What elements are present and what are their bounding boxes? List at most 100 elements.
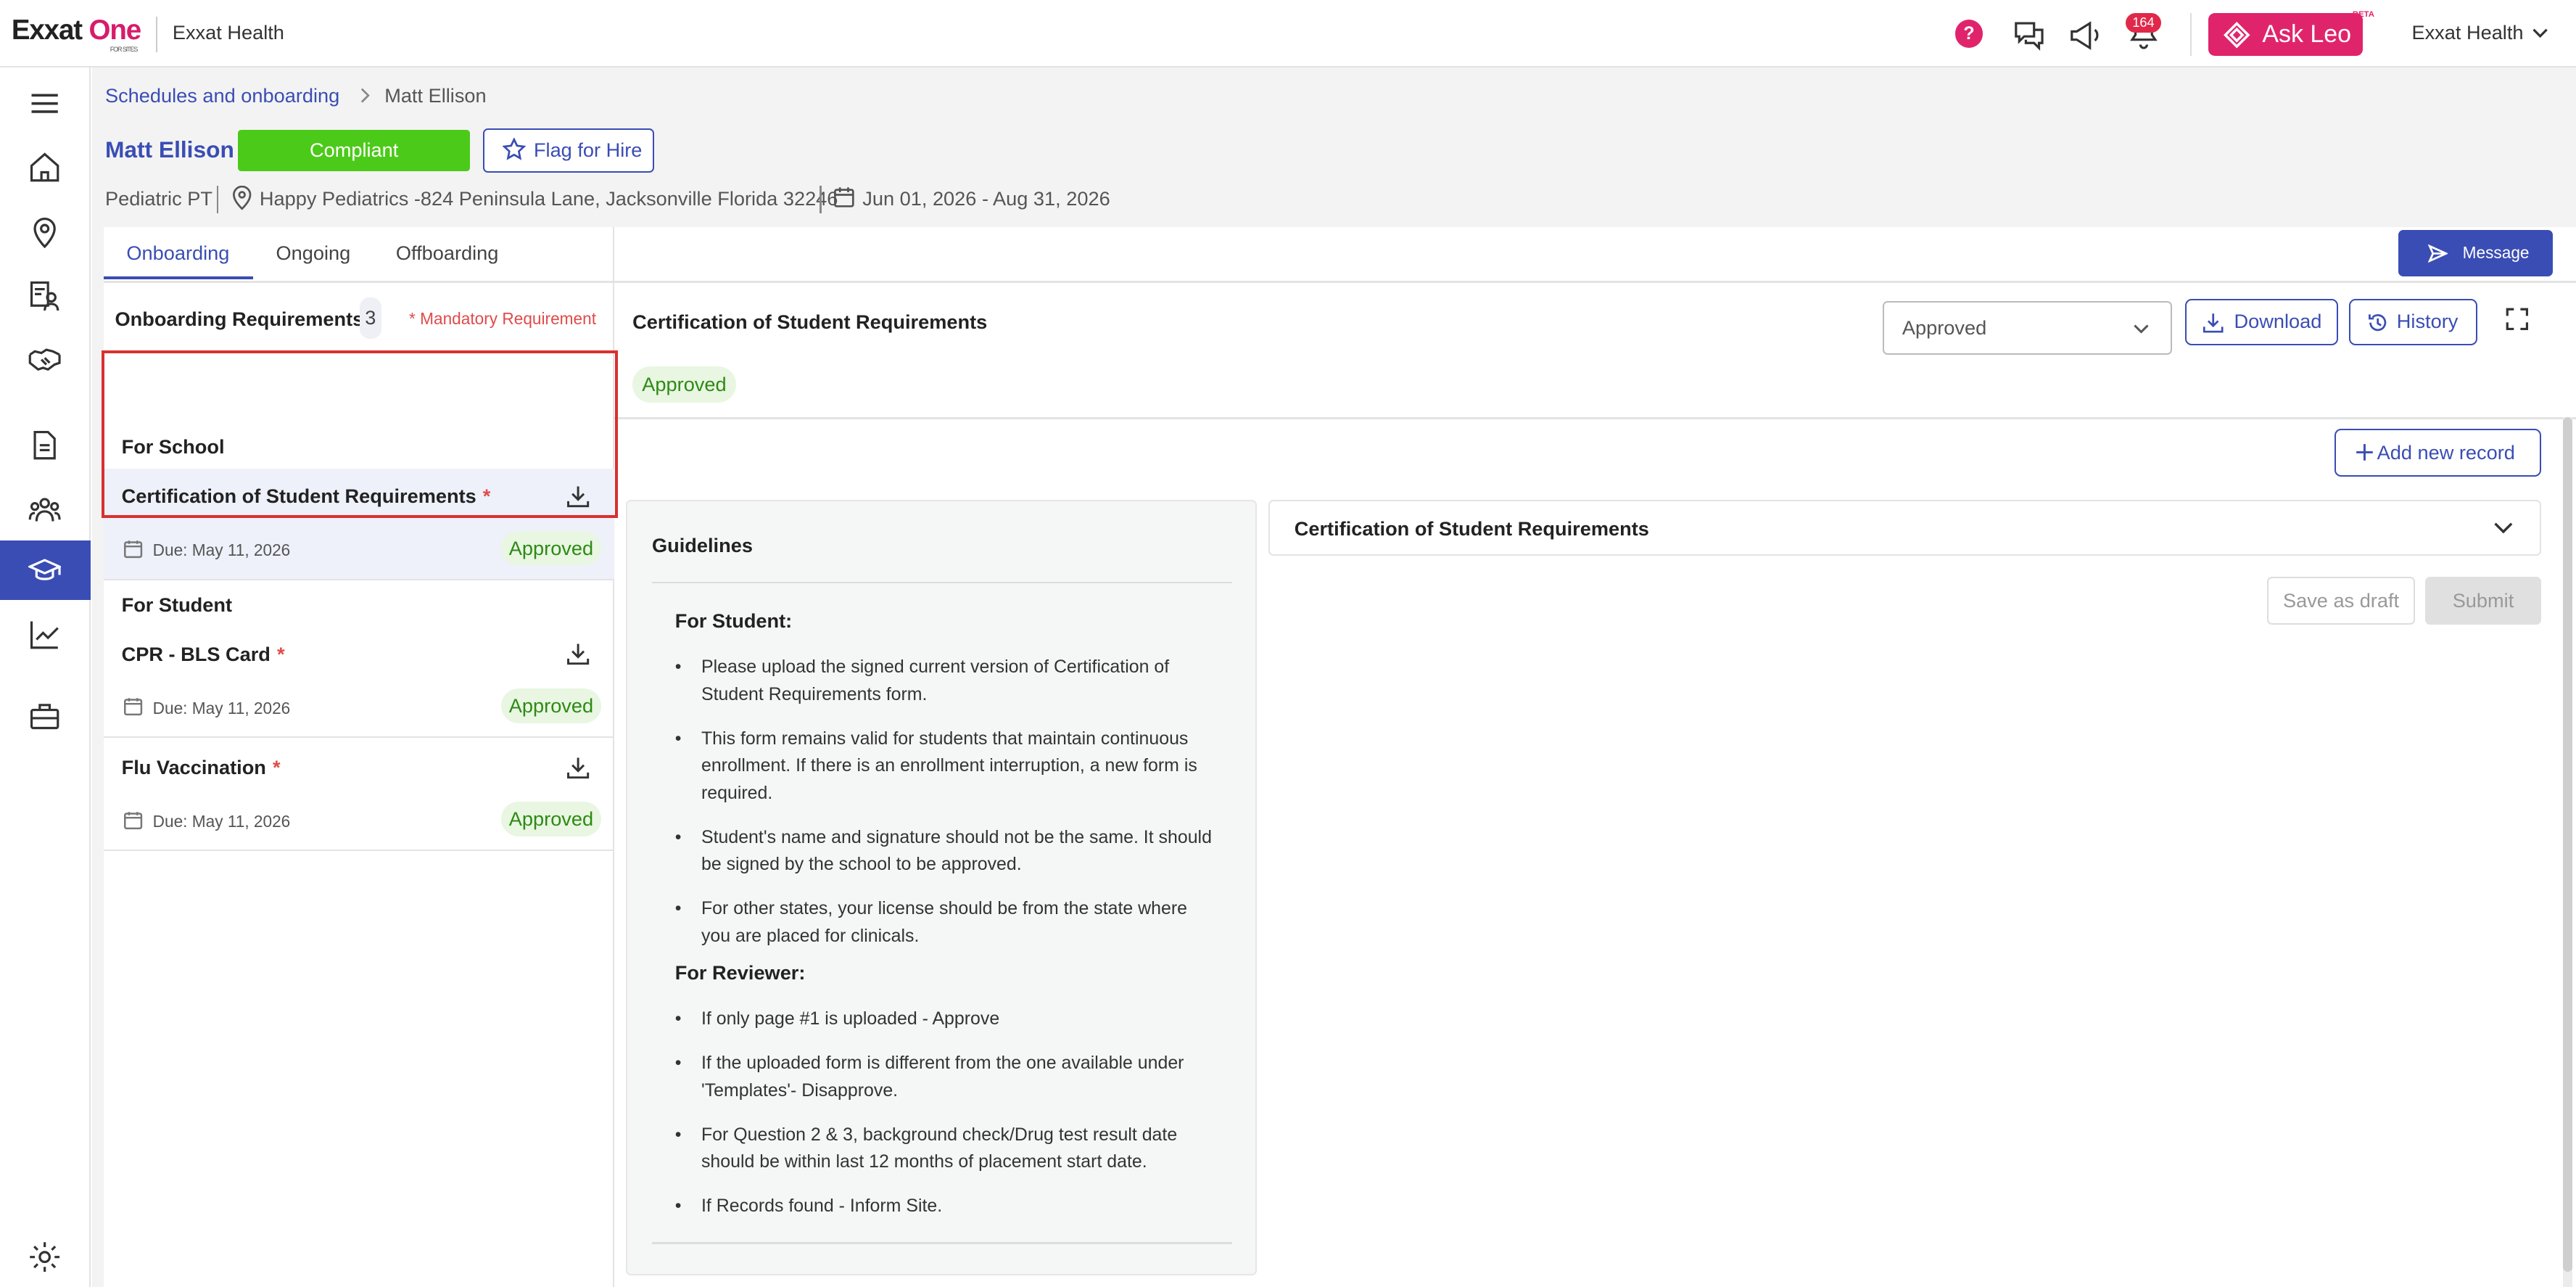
side-nav (0, 67, 91, 1287)
calendar-icon (834, 187, 855, 207)
divider (103, 281, 615, 283)
download-icon[interactable] (565, 483, 591, 509)
notification-count-badge: 164 (2126, 13, 2161, 33)
group-heading-student: For Student (121, 593, 233, 616)
ask-leo-label: Ask Leo (2262, 20, 2352, 49)
requirement-item[interactable]: Certification of Student Requirements * D… (103, 468, 615, 580)
due-date: Due: May 11, 2026 (152, 698, 291, 717)
message-button[interactable]: Message (2398, 230, 2554, 276)
settings-icon[interactable] (0, 1228, 91, 1287)
list-item: If only page #1 is uploaded - Approve (675, 1006, 1218, 1032)
people-icon[interactable] (0, 480, 91, 539)
due-date: Due: May 11, 2026 (152, 540, 291, 560)
mandatory-marker: * (276, 642, 285, 665)
guidelines-panel: Guidelines For Student: Please upload th… (626, 499, 1257, 1275)
download-icon[interactable] (565, 754, 591, 781)
requirement-name: CPR - BLS Card (121, 642, 271, 665)
trending-chart-icon[interactable] (0, 605, 91, 665)
chevron-down-icon (2134, 324, 2149, 334)
add-new-record-label: Add new record (2377, 441, 2515, 464)
status-badge: Approved (632, 366, 736, 403)
divider (2189, 13, 2192, 56)
mandatory-marker: * (482, 485, 491, 508)
divider (820, 185, 822, 214)
breadcrumb: Schedules and onboarding Matt Ellison (105, 84, 487, 107)
divider (652, 581, 1232, 583)
divider (217, 185, 219, 214)
requirement-item[interactable]: Flu Vaccination * Due: May 11, 2026 Appro… (103, 739, 615, 852)
handshake-icon[interactable] (0, 330, 91, 390)
mandatory-marker: * (272, 756, 281, 778)
add-new-record-button[interactable]: Add new record (2334, 429, 2542, 477)
record-accordion[interactable]: Certification of Student Requirements (1268, 499, 2542, 556)
tab-onboarding[interactable]: Onboarding (126, 242, 229, 265)
document-icon[interactable] (0, 416, 91, 475)
requirement-item[interactable]: CPR - BLS Card * Due: May 11, 2026 Approv… (103, 626, 615, 739)
org-menu-label: Exxat Health (2411, 21, 2524, 44)
placement-dates: Jun 01, 2026 - Aug 31, 2026 (862, 187, 1110, 210)
flag-for-hire-button[interactable]: Flag for Hire (482, 128, 654, 173)
leo-icon (2223, 22, 2250, 49)
list-item: This form remains valid for students tha… (675, 725, 1218, 807)
guidelines-reviewer-list: If only page #1 is uploaded - Approve If… (675, 1006, 1218, 1237)
expand-icon[interactable] (2506, 308, 2529, 331)
requirement-detail-panel: Message Certification of Student Require… (614, 226, 2576, 1287)
save-as-draft-button[interactable]: Save as draft (2267, 577, 2415, 625)
divider (652, 1242, 1232, 1244)
group-heading-school: For School (121, 435, 225, 459)
list-item: For Question 2 & 3, background check/Dru… (675, 1122, 1218, 1176)
megaphone-icon[interactable] (2067, 17, 2103, 53)
student-name: Matt Ellison (104, 136, 234, 163)
history-label: History (2396, 310, 2459, 333)
ask-leo-button[interactable]: Ask Leo (2208, 13, 2363, 56)
active-tab-indicator (103, 276, 253, 280)
briefcase-icon[interactable] (0, 687, 91, 747)
guidelines-student-list: Please upload the signed current version… (675, 654, 1218, 967)
compliance-status-badge: Compliant (238, 129, 470, 171)
due-date: Due: May 11, 2026 (152, 812, 291, 831)
plus-icon (2356, 444, 2373, 461)
requirement-name: Certification of Student Requirements (121, 485, 476, 508)
guidelines-reviewer-heading: For Reviewer: (674, 961, 806, 984)
scrollbar-thumb[interactable] (2562, 417, 2573, 1272)
graduation-cap-icon[interactable] (0, 540, 91, 600)
breadcrumb-link-schedules[interactable]: Schedules and onboarding (105, 84, 339, 107)
user-records-icon[interactable] (0, 266, 91, 326)
message-label: Message (2462, 243, 2530, 263)
main-content: Schedules and onboarding Matt Ellison Ma… (91, 67, 2576, 1287)
location-pin-icon[interactable] (0, 202, 91, 262)
download-icon[interactable] (565, 641, 591, 667)
list-item: Please upload the signed current version… (675, 654, 1218, 708)
flag-for-hire-label: Flag for Hire (533, 138, 643, 161)
list-item: Student's name and signature should not … (675, 824, 1218, 879)
send-icon (2428, 244, 2448, 263)
download-button[interactable]: Download (2184, 299, 2338, 345)
chevron-right-icon (360, 88, 370, 103)
calendar-icon (123, 698, 143, 716)
chat-icon[interactable] (2011, 17, 2047, 53)
submit-button[interactable]: Submit (2424, 577, 2542, 625)
location-pin-icon (233, 185, 252, 210)
exxat-one-logo[interactable]: Exxat One FOR SITES (12, 15, 141, 53)
help-icon[interactable]: ? (1954, 20, 1983, 48)
history-icon (2369, 314, 2387, 332)
menu-icon[interactable] (0, 74, 91, 133)
divider (156, 16, 158, 53)
mandatory-note: * Mandatory Requirement (409, 308, 597, 328)
tab-offboarding[interactable]: Offboarding (396, 242, 499, 265)
guidelines-title: Guidelines (652, 533, 753, 556)
requirements-panel: Onboarding Ongoing Offboarding Onboardin… (103, 226, 615, 1287)
status-dropdown[interactable]: Approved (1883, 300, 2172, 355)
scrollbar[interactable] (2562, 417, 2573, 1287)
requirements-count: 3 (360, 297, 381, 339)
org-menu[interactable]: Exxat Health (2411, 21, 2548, 44)
guidelines-student-heading: For Student: (674, 609, 793, 633)
tab-ongoing[interactable]: Ongoing (276, 242, 351, 265)
requirements-header: Onboarding Requirements (115, 307, 364, 330)
history-button[interactable]: History (2349, 299, 2478, 345)
beta-badge: BETA (2352, 9, 2374, 19)
home-icon[interactable] (0, 138, 91, 197)
status-badge: Approved (500, 688, 602, 723)
download-icon (2203, 313, 2224, 333)
status-dropdown-value: Approved (1902, 316, 1987, 339)
